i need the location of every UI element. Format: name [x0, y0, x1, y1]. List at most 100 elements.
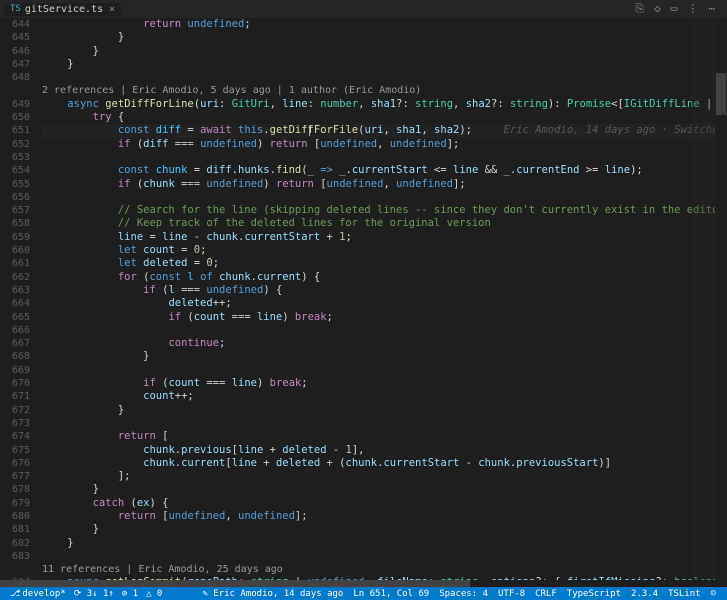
code-line[interactable]: catch (ex) {	[42, 497, 727, 510]
code-line[interactable]: 2 references | Eric Amodio, 5 days ago |…	[42, 84, 727, 97]
status-indent[interactable]: Spaces: 4	[434, 589, 493, 599]
horizontal-thumb[interactable]	[0, 580, 470, 587]
code-line[interactable]: // Keep track of the deleted lines for t…	[42, 217, 727, 230]
status-errors[interactable]: ⊘ 1	[118, 589, 142, 599]
line-number: 662	[0, 271, 30, 284]
code-line[interactable]: count++;	[42, 390, 727, 403]
status-feedback[interactable]: ☺	[706, 589, 721, 599]
code-line[interactable]: if (chunk === undefined) return [undefin…	[42, 178, 727, 191]
line-number: 670	[0, 377, 30, 390]
code-line[interactable]: let count = 0;	[42, 244, 727, 257]
status-sync[interactable]: ⟳ 3↓ 1↑	[70, 589, 118, 599]
line-number: 668	[0, 350, 30, 363]
code-line[interactable]: return [undefined, undefined];	[42, 510, 727, 523]
code-line[interactable]: return [	[42, 430, 727, 443]
editor-tab[interactable]: TS gitService.ts ×	[4, 3, 121, 16]
code-line[interactable]: async getDiffForLine(uri: GitUri, line: …	[42, 98, 727, 111]
line-number	[0, 563, 30, 576]
status-position[interactable]: Ln 651, Col 69	[348, 589, 434, 599]
code-content[interactable]: return undefined; } } } 2 references | Er…	[42, 18, 727, 587]
line-number: 657	[0, 204, 30, 217]
close-icon[interactable]: ×	[109, 4, 115, 15]
line-number: 649	[0, 98, 30, 111]
code-line[interactable]	[42, 151, 727, 164]
line-number: 673	[0, 417, 30, 430]
editor-area[interactable]: 6446456466476486496506516526536546556566…	[0, 18, 727, 587]
code-line[interactable]	[42, 71, 727, 84]
line-number: 676	[0, 457, 30, 470]
line-number: 666	[0, 324, 30, 337]
line-number: 659	[0, 231, 30, 244]
line-number: 680	[0, 510, 30, 523]
line-number: 671	[0, 390, 30, 403]
more-icon[interactable]: ⋯	[708, 2, 715, 16]
line-number: 677	[0, 470, 30, 483]
code-line[interactable]	[42, 364, 727, 377]
diff-icon[interactable]: ◇	[654, 2, 661, 16]
code-line[interactable]: deleted++;	[42, 297, 727, 310]
code-line[interactable]: if (count === line) break;	[42, 377, 727, 390]
line-number: 646	[0, 45, 30, 58]
vertical-thumb[interactable]	[716, 73, 726, 115]
code-line[interactable]: for (const l of chunk.current) {	[42, 271, 727, 284]
line-number: 648	[0, 71, 30, 84]
status-tslint[interactable]: TSLint	[663, 589, 706, 599]
horizontal-scrollbar[interactable]	[0, 580, 727, 587]
line-number: 682	[0, 537, 30, 550]
code-line[interactable]: // Search for the line (skipping deleted…	[42, 204, 727, 217]
code-line[interactable]: if (diff === undefined) return [undefine…	[42, 138, 727, 151]
code-line[interactable]: }	[42, 31, 727, 44]
code-line[interactable]: let deleted = 0;	[42, 257, 727, 270]
line-number: 678	[0, 483, 30, 496]
overflow-icon[interactable]: ⋮	[687, 2, 698, 16]
status-branch[interactable]: ⎇ develop*	[6, 589, 70, 599]
code-line[interactable]: chunk.previous[line + deleted - 1],	[42, 444, 727, 457]
editor-actions: ⎘ ◇ ▭ ⋮ ⋯	[635, 2, 723, 16]
compare-icon[interactable]: ⎘	[635, 2, 644, 16]
code-line[interactable]: line = line - chunk.currentStart + 1;	[42, 231, 727, 244]
line-number: 675	[0, 444, 30, 457]
status-encoding[interactable]: UTF-8	[493, 589, 530, 599]
code-line[interactable]: const chunk = diff.hunks.find(_ => _.cur…	[42, 164, 727, 177]
line-number: 655	[0, 178, 30, 191]
line-number: 663	[0, 284, 30, 297]
line-number: 653	[0, 151, 30, 164]
line-gutter: 6446456466476486496506516526536546556566…	[0, 18, 42, 587]
status-eol[interactable]: CRLF	[530, 589, 562, 599]
split-icon[interactable]: ▭	[671, 2, 678, 16]
code-line[interactable]: }	[42, 483, 727, 496]
code-line[interactable]: return undefined;	[42, 18, 727, 31]
status-language[interactable]: TypeScript	[562, 589, 626, 599]
code-line[interactable]: }	[42, 350, 727, 363]
code-line[interactable]: ];	[42, 470, 727, 483]
code-line[interactable]	[42, 191, 727, 204]
tab-filename: gitService.ts	[25, 4, 103, 15]
status-right: ✎ Eric Amodio, 14 days ago Ln 651, Col 6…	[197, 589, 721, 599]
code-line[interactable]: if (count === line) break;	[42, 311, 727, 324]
line-number: 683	[0, 550, 30, 563]
code-line[interactable]: }	[42, 58, 727, 71]
line-number: 661	[0, 257, 30, 270]
code-line[interactable]: }	[42, 45, 727, 58]
minimap[interactable]	[691, 18, 715, 587]
status-blame[interactable]: ✎ Eric Amodio, 14 days ago	[197, 589, 348, 599]
code-line[interactable]: 11 references | Eric Amodio, 25 days ago	[42, 563, 727, 576]
code-line[interactable]: continue;	[42, 337, 727, 350]
code-line[interactable]	[42, 324, 727, 337]
code-line[interactable]: if (l === undefined) {	[42, 284, 727, 297]
code-line[interactable]: }	[42, 537, 727, 550]
line-number: 674	[0, 430, 30, 443]
code-line[interactable]: }	[42, 523, 727, 536]
vertical-scrollbar[interactable]	[715, 18, 727, 587]
code-line[interactable]: }	[42, 404, 727, 417]
status-warnings[interactable]: △ 0	[142, 589, 166, 599]
code-line[interactable]: const diff = await this.getDiffForFile(u…	[42, 124, 727, 137]
line-number: 664	[0, 297, 30, 310]
code-line[interactable]: chunk.current[line + deleted + (chunk.cu…	[42, 457, 727, 470]
code-line[interactable]	[42, 550, 727, 563]
ts-icon: TS	[10, 4, 21, 14]
code-line[interactable]: try {	[42, 111, 727, 124]
line-number: 656	[0, 191, 30, 204]
status-version[interactable]: 2.3.4	[626, 589, 663, 599]
code-line[interactable]	[42, 417, 727, 430]
